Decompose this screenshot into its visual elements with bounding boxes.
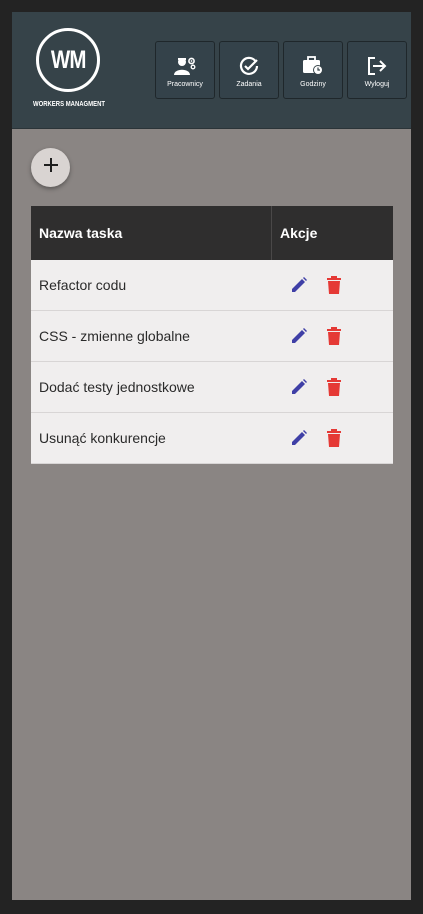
check-circle-icon (238, 55, 260, 77)
nav-label: Zadania (236, 81, 262, 88)
nav-label: Wyloguj (364, 81, 390, 88)
delete-icon[interactable] (324, 377, 344, 397)
plus-icon (43, 157, 59, 178)
delete-icon[interactable] (324, 326, 344, 346)
table-row: CSS - zmienne globalne (31, 311, 393, 362)
row-actions (272, 311, 344, 361)
column-header-name: Nazwa taska (31, 206, 272, 260)
table-header: Nazwa taska Akcje (31, 206, 393, 260)
delete-icon[interactable] (324, 275, 344, 295)
edit-icon[interactable] (289, 377, 309, 397)
nav-button-zadania[interactable]: Zadania (219, 41, 279, 99)
nav-button-godziny[interactable]: Godziny (283, 41, 343, 99)
nav-label: Godziny (300, 81, 326, 88)
table-row: Refactor codu (31, 260, 393, 311)
header: WM WORKERS MANAGMENT Pracownicy Zadania … (12, 12, 411, 129)
workers-gear-icon (174, 55, 196, 77)
nav-bar: Pracownicy Zadania Godziny Wyloguj (155, 41, 407, 99)
edit-icon[interactable] (289, 326, 309, 346)
task-name: Usunąć konkurencje (39, 430, 166, 446)
row-actions (272, 260, 344, 310)
column-header-actions: Akcje (280, 225, 318, 241)
logo-circle: WM (36, 28, 100, 92)
logo[interactable]: WM WORKERS MANAGMENT (32, 28, 106, 114)
edit-icon[interactable] (289, 275, 309, 295)
logo-name: WORKERS MANAGMENT (32, 101, 106, 108)
table-row: Dodać testy jednostkowe (31, 362, 393, 413)
nav-button-wyloguj[interactable]: Wyloguj (347, 41, 407, 99)
table-row: Usunąć konkurencje (31, 413, 393, 464)
tasks-table: Nazwa taska Akcje Refactor codu CSS - zm… (31, 206, 393, 464)
edit-icon[interactable] (289, 428, 309, 448)
nav-label: Pracownicy (167, 81, 203, 88)
row-actions (272, 362, 344, 412)
row-actions (272, 413, 344, 463)
briefcase-clock-icon (302, 55, 324, 77)
app-frame: WM WORKERS MANAGMENT Pracownicy Zadania … (12, 12, 411, 900)
nav-button-pracownicy[interactable]: Pracownicy (155, 41, 215, 99)
add-task-button[interactable] (31, 148, 70, 187)
task-name: CSS - zmienne globalne (39, 328, 190, 344)
logout-icon (366, 55, 388, 77)
delete-icon[interactable] (324, 428, 344, 448)
logo-monogram: WM (50, 45, 87, 74)
task-name: Refactor codu (39, 277, 127, 293)
task-name: Dodać testy jednostkowe (39, 379, 195, 395)
